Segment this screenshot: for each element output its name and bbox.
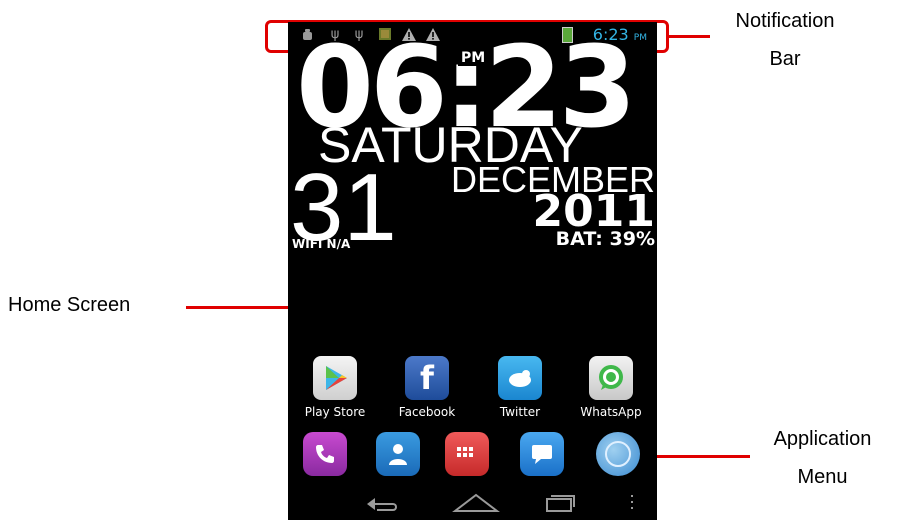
phone-screen: ψ ψ 6:23 PM 06:23 PM SATURDAY 31 DECEMBE… [288, 22, 657, 520]
app-label: Facebook [398, 405, 456, 419]
annotation-notification-bar: Notification Bar [735, 10, 835, 70]
facebook-icon: f [405, 356, 449, 400]
clock-ampm: PM [458, 50, 489, 66]
twitter-icon [498, 356, 542, 400]
app-label: WhatsApp [580, 405, 642, 419]
clock-battery: BAT: 39% [555, 228, 655, 250]
browser-icon[interactable] [596, 432, 640, 476]
recent-apps-icon[interactable] [540, 484, 580, 520]
app-play-store[interactable]: Play Store [295, 356, 375, 419]
annotation-application-menu: Application Menu [773, 428, 872, 488]
app-twitter[interactable]: Twitter [480, 356, 560, 419]
contacts-icon[interactable] [376, 432, 420, 476]
app-label: Twitter [499, 405, 541, 419]
navigation-bar [288, 484, 657, 520]
home-icon[interactable] [446, 484, 506, 520]
annotation-home-screen: Home Screen [8, 294, 131, 316]
clock-wifi: WIFI N/A [292, 237, 351, 251]
app-drawer-icon[interactable] [445, 432, 489, 476]
app-label: Play Store [304, 405, 366, 419]
notification-pointer-line [668, 35, 710, 38]
play-store-icon [313, 356, 357, 400]
back-icon[interactable] [358, 484, 408, 520]
phone-icon[interactable] [303, 432, 347, 476]
messaging-icon[interactable] [520, 432, 564, 476]
menu-icon[interactable] [622, 484, 642, 520]
whatsapp-icon [589, 356, 633, 400]
app-whatsapp[interactable]: WhatsApp [571, 356, 651, 419]
app-facebook[interactable]: f Facebook [387, 356, 467, 419]
